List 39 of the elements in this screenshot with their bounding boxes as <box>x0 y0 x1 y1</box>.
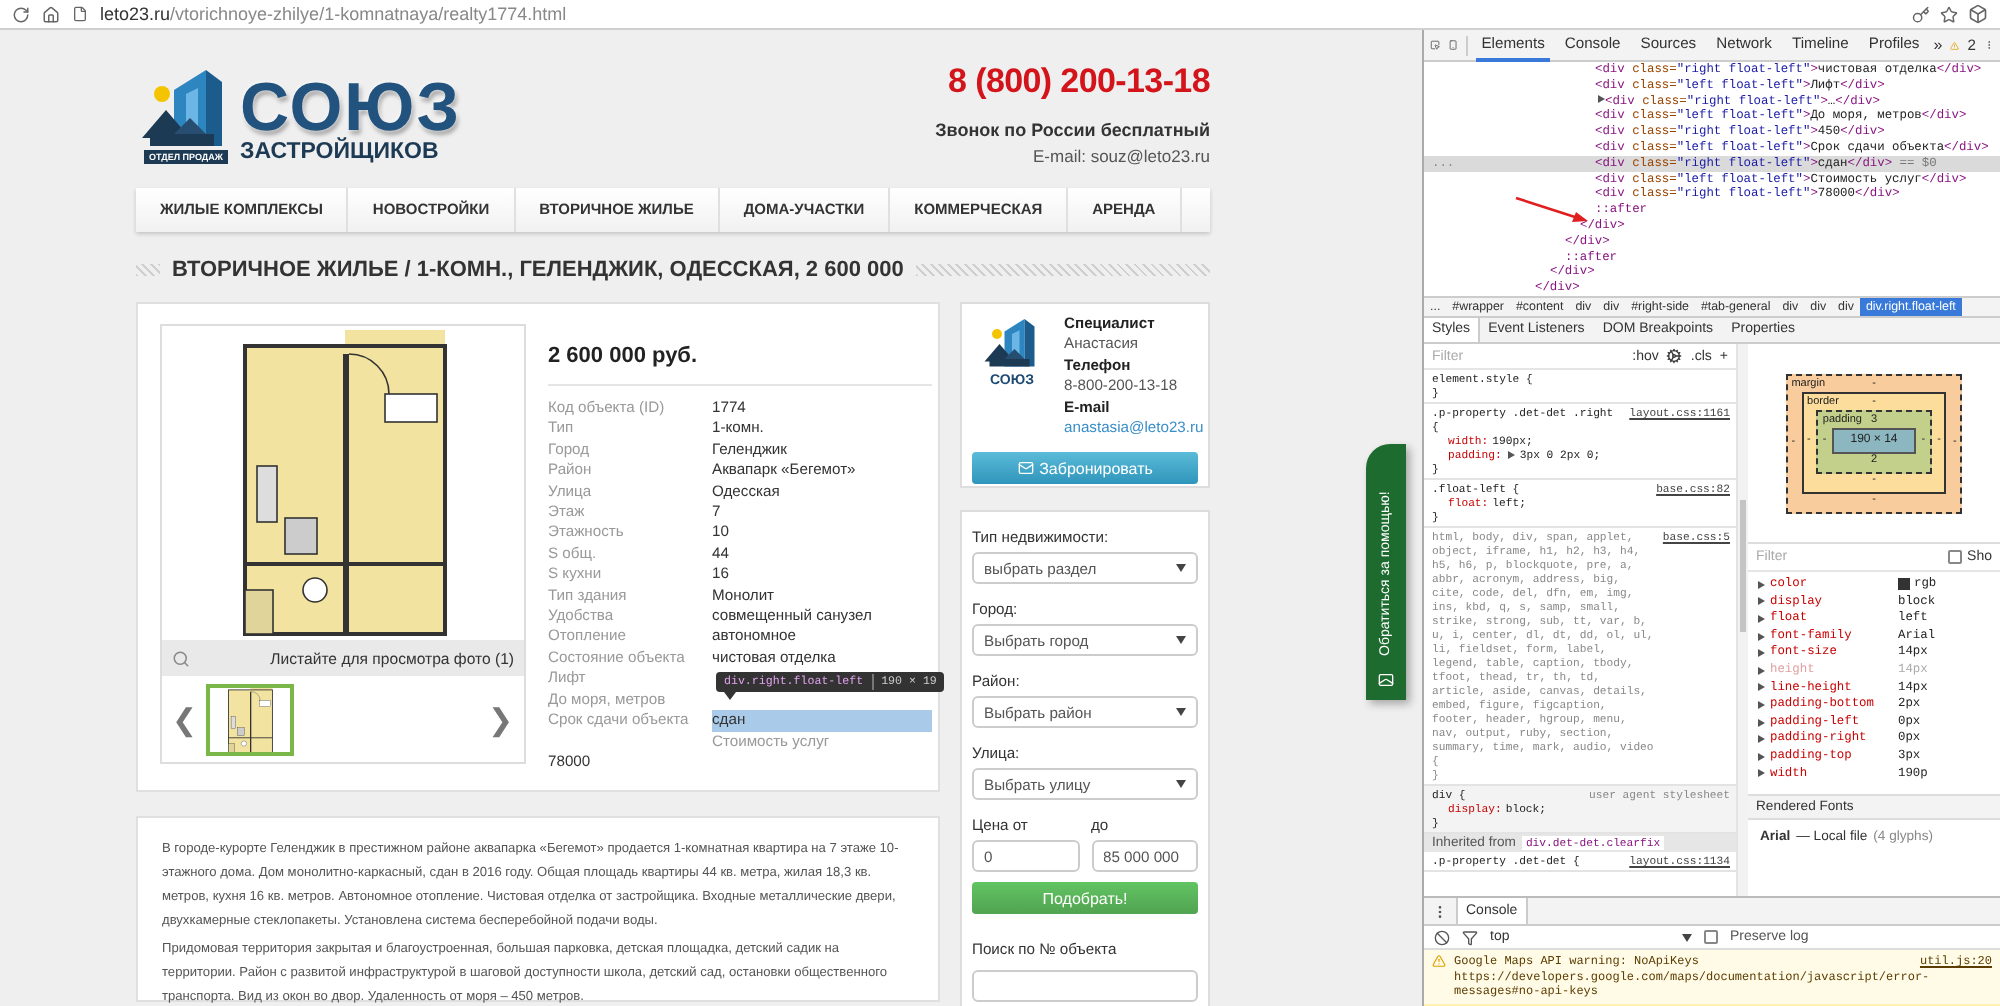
reload-icon[interactable] <box>12 5 30 23</box>
phone-number: 8 (800) 200-13-18 <box>948 62 1210 102</box>
gear-icon[interactable] <box>1666 348 1683 364</box>
caret-icon <box>1176 636 1186 644</box>
expand-icon[interactable] <box>1595 93 1605 104</box>
phone-note: Звонок по России бесплатный <box>935 120 1210 140</box>
next-button[interactable]: ❯ <box>488 701 514 737</box>
page-title: ВТОРИЧНОЕ ЖИЛЬЕ / 1-КОМН., ГЕЛЕНДЖИК, ОДЕССКАЯ, 2 600 000 <box>172 258 904 282</box>
warning-icon <box>1432 954 1446 969</box>
previous-button[interactable]: ❮ <box>172 701 198 737</box>
price: 2 600 000 руб. <box>548 344 932 386</box>
checkbox[interactable] <box>1704 930 1718 945</box>
page-icon <box>72 6 88 22</box>
email-text: E-mail: souz@leto23.ru <box>1033 146 1210 166</box>
caret-icon <box>1682 933 1692 942</box>
mail-icon <box>1017 460 1034 477</box>
warning-icon <box>1950 37 1960 53</box>
key-icon[interactable] <box>1912 5 1930 23</box>
more-tabs-button[interactable]: » <box>1933 36 1943 54</box>
caret-icon <box>1176 708 1186 716</box>
caret-icon <box>1176 564 1186 572</box>
caret-icon <box>1176 780 1186 788</box>
cube-icon[interactable] <box>1968 4 1988 24</box>
home-icon[interactable] <box>42 5 60 23</box>
expand-icon[interactable] <box>1505 450 1516 460</box>
star-icon[interactable] <box>1940 5 1958 23</box>
id-search-field[interactable] <box>972 969 1198 1001</box>
filter-icon[interactable] <box>1462 929 1478 946</box>
checkbox[interactable] <box>1947 550 1962 564</box>
address-bar[interactable]: leto23.ru/vtorichnoye-zhilye/1-komnatnaya/realty1774.html <box>100 4 567 24</box>
device-icon[interactable] <box>1448 36 1459 54</box>
swatch-icon <box>1898 578 1910 591</box>
zoom-icon[interactable] <box>172 649 190 667</box>
clear-icon[interactable] <box>1434 929 1450 946</box>
thumbnail[interactable] <box>206 683 294 755</box>
logo-text: СОЮЗ <box>240 76 462 140</box>
inspect-icon[interactable] <box>1430 36 1441 54</box>
mail-icon <box>1378 672 1394 688</box>
logo-subtitle: ЗАСТРОЙЩИКОВ <box>240 140 441 164</box>
